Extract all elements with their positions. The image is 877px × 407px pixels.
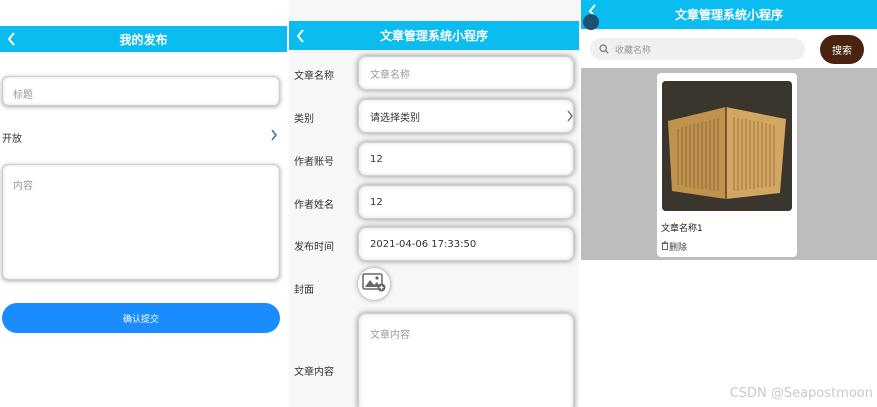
open-setting-label[interactable]: 开放 — [2, 130, 22, 145]
delete-label: 删除 — [669, 243, 688, 253]
image-placeholder-icon — [362, 272, 386, 296]
article-cover-image — [662, 81, 792, 211]
author-account-value: 12 — [370, 153, 383, 165]
item-title: 文章名称1 — [661, 224, 703, 234]
page-title: 我的发布 — [119, 32, 168, 47]
category-select[interactable]: 请选择类别 — [358, 99, 574, 133]
field-label-article-name: 文章名称 — [294, 71, 334, 82]
floating-dot — [583, 14, 599, 30]
delete-button[interactable]: 删除 — [661, 240, 687, 253]
field-label-article-content: 文章内容 — [294, 367, 334, 378]
author-name-value: 12 — [370, 196, 383, 208]
field-label-cover: 封面 — [294, 285, 314, 296]
back-arrow-icon[interactable] — [4, 31, 18, 47]
category-value: 请选择类别 — [370, 112, 420, 124]
field-label-category: 类别 — [294, 114, 314, 125]
search-input[interactable]: 收藏名称 — [590, 38, 805, 60]
chevron-right-icon[interactable] — [270, 127, 278, 146]
article-content-textarea[interactable]: 文章内容 — [358, 313, 574, 407]
field-label-author-account: 作者账号 — [294, 157, 334, 168]
list-item[interactable]: 文章名称1 删除 — [657, 73, 797, 257]
back-arrow-icon[interactable] — [293, 28, 307, 44]
publish-time-input[interactable]: 2021-04-06 17:33:50 — [358, 227, 574, 261]
author-account-input[interactable]: 12 — [358, 142, 574, 176]
favorites-screen: 文章管理系统小程序 收藏名称 搜索 文章名称1 删除 CSDN @Seapost… — [581, 0, 877, 407]
field-label-publish-time: 发布时间 — [294, 242, 334, 253]
search-button[interactable]: 搜索 — [820, 35, 864, 64]
content-textarea[interactable]: 内容 — [2, 164, 280, 280]
title-input[interactable]: 标题 — [2, 76, 280, 106]
cover-upload[interactable] — [358, 268, 390, 300]
navbar: 文章管理系统小程序 — [581, 0, 877, 29]
article-content-placeholder: 文章内容 — [370, 330, 410, 341]
page-title: 文章管理系统小程序 — [674, 8, 783, 22]
content-placeholder: 内容 — [13, 181, 33, 192]
article-form-screen: 文章管理系统小程序 文章名称 文章名称 类别 请选择类别 作者账号 12 作者姓… — [289, 0, 579, 407]
page-title: 文章管理系统小程序 — [379, 29, 488, 43]
navbar: 文章管理系统小程序 — [289, 21, 579, 50]
search-placeholder: 收藏名称 — [615, 45, 652, 56]
article-name-placeholder: 文章名称 — [370, 69, 410, 81]
publish-time-value: 2021-04-06 17:33:50 — [370, 238, 477, 250]
title-placeholder: 标题 — [13, 90, 33, 101]
field-label-author-name: 作者姓名 — [294, 200, 334, 211]
navbar: 我的发布 — [0, 26, 287, 52]
author-name-input[interactable]: 12 — [358, 185, 574, 219]
article-name-input[interactable]: 文章名称 — [358, 56, 574, 90]
submit-button[interactable]: 确认提交 — [2, 303, 280, 333]
watermark: CSDN @Seapostmoon — [729, 386, 873, 401]
my-publish-screen: 我的发布 标题 开放 内容 确认提交 — [0, 0, 287, 407]
chevron-right-icon[interactable] — [566, 108, 574, 127]
trash-icon — [661, 240, 669, 253]
search-icon — [599, 44, 609, 54]
